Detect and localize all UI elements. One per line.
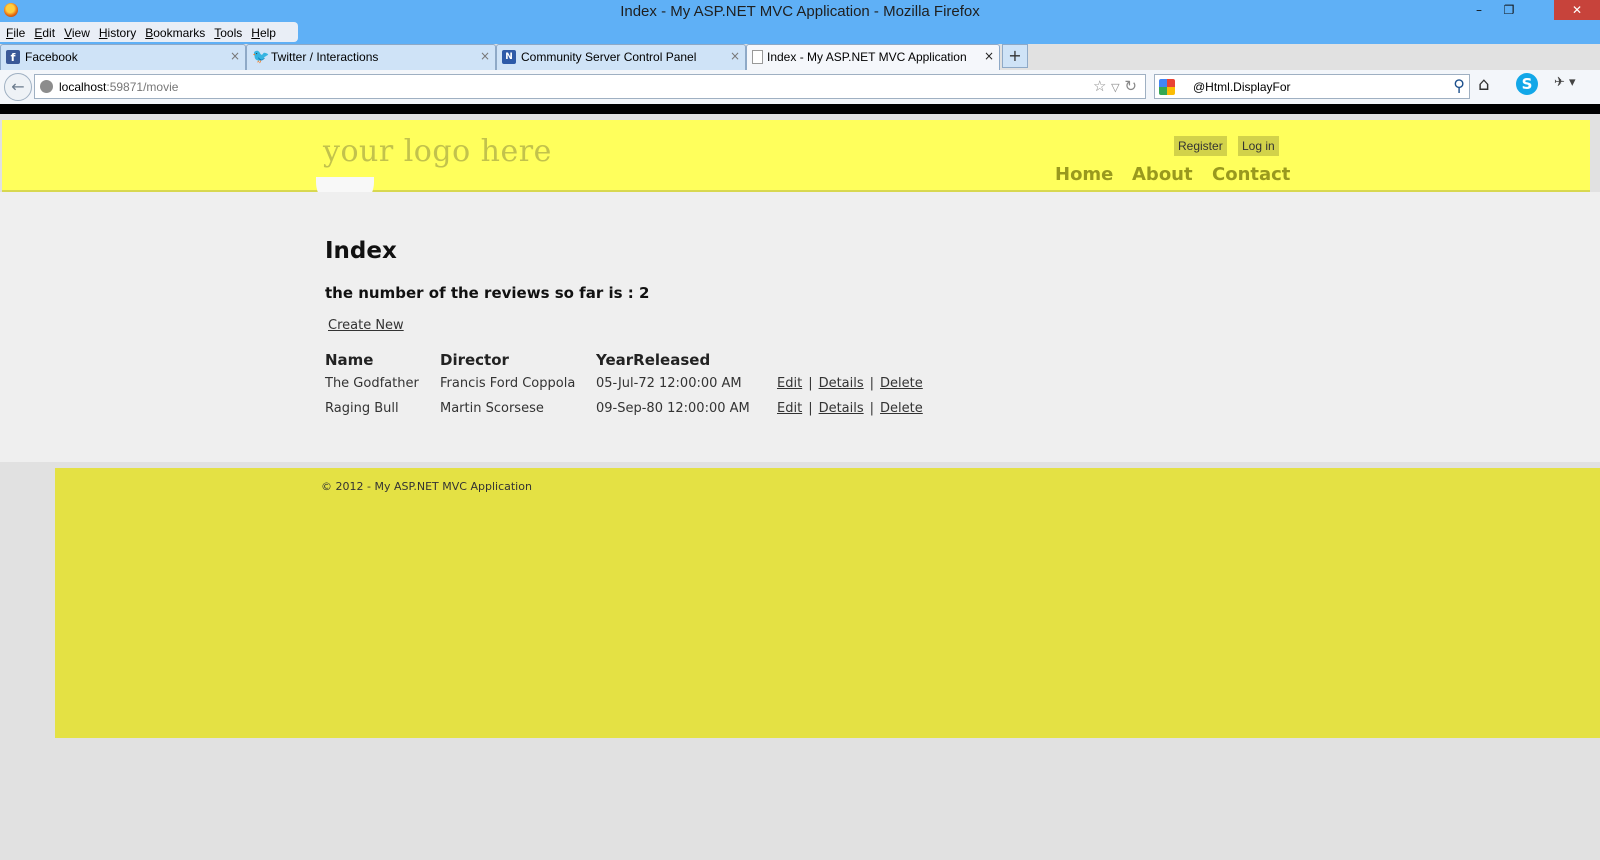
menu-bookmarks[interactable]: Bookmarks	[145, 26, 205, 40]
navigation-toolbar: ← localhost:59871/movie ☆ ▽ ↻ @Html.Disp…	[0, 70, 1600, 105]
tab-close-icon[interactable]: ×	[730, 49, 740, 63]
nav-contact[interactable]: Contact	[1212, 164, 1290, 185]
tab-community-server[interactable]: N Community Server Control Panel ×	[496, 44, 746, 70]
separator: |	[808, 401, 813, 416]
tab-close-icon[interactable]: ×	[984, 49, 994, 63]
site-logo[interactable]: your logo here	[323, 134, 552, 169]
back-button[interactable]: ←	[4, 73, 32, 101]
window-titlebar: Index - My ASP.NET MVC Application - Moz…	[0, 0, 1600, 44]
search-bar[interactable]: @Html.DisplayFor ⚲	[1154, 74, 1470, 99]
url-bar[interactable]: localhost:59871/movie ☆ ▽ ↻	[34, 74, 1146, 99]
bookmark-star-icon[interactable]: ☆	[1093, 77, 1106, 95]
page-title: Index	[325, 238, 397, 264]
url-bar-icons: ☆ ▽ ↻	[1093, 77, 1137, 95]
history-dropdown-icon[interactable]: ▽	[1111, 81, 1119, 94]
extension-menu-icon[interactable]: ✈ ▾	[1554, 75, 1576, 90]
home-icon[interactable]: ⌂	[1478, 74, 1489, 95]
close-window-button[interactable]: ✕	[1554, 0, 1600, 20]
tab-label: Twitter / Interactions	[271, 50, 379, 64]
facebook-icon: f	[6, 50, 20, 64]
register-link[interactable]: Register	[1174, 136, 1227, 156]
cell-name: Raging Bull	[325, 401, 399, 416]
details-link[interactable]: Details	[819, 376, 864, 391]
menu-edit[interactable]: Edit	[34, 26, 55, 40]
tab-strip: f Facebook × 🐦 Twitter / Interactions × …	[0, 44, 1600, 70]
page-icon	[752, 50, 763, 64]
cell-year: 09-Sep-80 12:00:00 AM	[596, 401, 750, 416]
cell-director: Francis Ford Coppola	[440, 376, 576, 391]
tab-index[interactable]: Index - My ASP.NET MVC Application ×	[746, 44, 1000, 70]
menu-history[interactable]: History	[99, 26, 136, 40]
details-link[interactable]: Details	[819, 401, 864, 416]
main-content: Index the number of the reviews so far i…	[0, 192, 1600, 462]
separator: |	[869, 401, 875, 416]
row-actions: Edit | Details | Delete	[777, 376, 923, 391]
tab-close-icon[interactable]: ×	[230, 49, 240, 63]
url-text: localhost:59871/movie	[59, 80, 178, 94]
menu-bar: File Edit View History Bookmarks Tools Help	[0, 22, 298, 42]
globe-icon	[40, 80, 53, 93]
black-divider	[0, 104, 1600, 114]
edit-link[interactable]: Edit	[777, 376, 802, 391]
cell-year: 05-Jul-72 12:00:00 AM	[596, 376, 742, 391]
column-header-director: Director	[440, 351, 509, 369]
menu-view[interactable]: View	[64, 26, 90, 40]
nav-about[interactable]: About	[1132, 164, 1193, 185]
delete-link[interactable]: Delete	[880, 376, 923, 391]
cell-name: The Godfather	[325, 376, 419, 391]
create-new-link[interactable]: Create New	[328, 318, 404, 333]
web-page: your logo here Register Log in Home Abou…	[0, 114, 1600, 860]
community-server-icon: N	[502, 50, 516, 64]
row-actions: Edit | Details | Delete	[777, 401, 923, 416]
tab-label: Community Server Control Panel	[521, 50, 697, 64]
delete-link[interactable]: Delete	[880, 401, 923, 416]
skype-icon[interactable]: S	[1516, 73, 1538, 95]
reload-icon[interactable]: ↻	[1124, 77, 1137, 95]
review-count-heading: the number of the reviews so far is : 2	[325, 284, 650, 302]
menu-tools[interactable]: Tools	[214, 26, 242, 40]
nav-home[interactable]: Home	[1055, 164, 1113, 185]
menu-help[interactable]: Help	[251, 26, 276, 40]
url-path: :59871/movie	[106, 80, 179, 94]
menu-file[interactable]: File	[6, 26, 25, 40]
search-input[interactable]: @Html.DisplayFor	[1193, 80, 1291, 94]
google-search-engine-icon[interactable]	[1159, 79, 1175, 95]
restore-button[interactable]: ❐	[1494, 0, 1524, 20]
login-link[interactable]: Log in	[1238, 136, 1279, 156]
footer-copyright: © 2012 - My ASP.NET MVC Application	[321, 480, 532, 493]
tab-label: Index - My ASP.NET MVC Application	[767, 50, 967, 64]
column-header-year: YearReleased	[596, 351, 711, 369]
column-header-name: Name	[325, 351, 374, 369]
window-title: Index - My ASP.NET MVC Application - Moz…	[620, 3, 980, 20]
twitter-icon: 🐦	[252, 49, 270, 65]
separator: |	[869, 376, 875, 391]
search-icon[interactable]: ⚲	[1453, 76, 1465, 95]
new-tab-button[interactable]: +	[1002, 44, 1028, 68]
cell-director: Martin Scorsese	[440, 401, 544, 416]
edit-link[interactable]: Edit	[777, 401, 802, 416]
url-host: localhost	[59, 80, 107, 94]
separator: |	[808, 376, 813, 391]
tab-label: Facebook	[25, 50, 78, 64]
site-footer: © 2012 - My ASP.NET MVC Application	[55, 468, 1600, 738]
tab-facebook[interactable]: f Facebook ×	[0, 44, 246, 70]
tab-twitter[interactable]: 🐦 Twitter / Interactions ×	[246, 44, 496, 70]
site-header: your logo here Register Log in Home Abou…	[2, 120, 1590, 192]
tab-close-icon[interactable]: ×	[480, 49, 490, 63]
minimize-button[interactable]: –	[1464, 0, 1494, 20]
